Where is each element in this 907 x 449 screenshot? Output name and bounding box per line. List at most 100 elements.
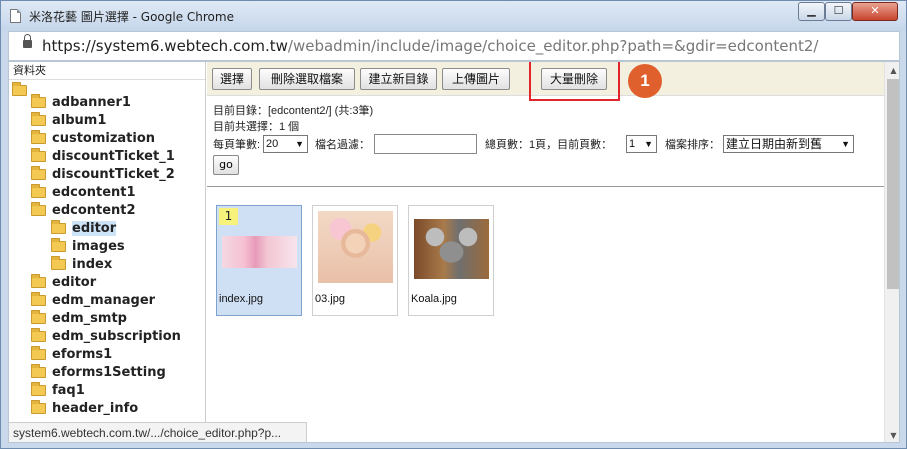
folder-icon bbox=[31, 148, 46, 162]
folder-icon bbox=[51, 238, 66, 252]
sidebar-folder-item[interactable]: faq1 bbox=[9, 382, 205, 400]
page-content: 資料夾 adbanner1 album1 customization discount… bbox=[8, 61, 900, 443]
thumbnail-image bbox=[414, 219, 489, 279]
sort-select[interactable]: 建立日期由新到舊 ▼ bbox=[723, 135, 854, 153]
sidebar-folder-item[interactable]: discountTicket_1 bbox=[9, 148, 205, 166]
main-pane: 選擇 刪除選取檔案 建立新目錄 上傳圖片 大量刪除 1 目前目錄：[edcont… bbox=[207, 62, 884, 442]
folder-label: editor bbox=[72, 221, 117, 236]
sidebar-folder-item[interactable]: eforms1Setting bbox=[9, 364, 205, 382]
folder-icon bbox=[31, 310, 46, 324]
folder-label: discountTicket_2 bbox=[52, 167, 175, 182]
title-bar: 米洛花藝 圖片選擇 - Google Chrome ▁ ☐ ✕ bbox=[1, 1, 906, 31]
lock-icon bbox=[23, 34, 32, 48]
selection-count: 目前共選擇：1 個 bbox=[213, 121, 300, 133]
go-button[interactable]: go bbox=[213, 155, 239, 175]
scroll-down-icon[interactable]: ▼ bbox=[885, 427, 899, 442]
folder-icon bbox=[51, 220, 66, 234]
folder-label: discountTicket_1 bbox=[52, 149, 175, 164]
folder-icon bbox=[31, 130, 46, 144]
page-value: 1 bbox=[629, 138, 636, 150]
folder-icon bbox=[31, 328, 46, 342]
page-icon bbox=[10, 9, 21, 23]
browser-window: 米洛花藝 圖片選擇 - Google Chrome ▁ ☐ ✕ https://… bbox=[0, 0, 907, 449]
sidebar-folder-item[interactable]: edm_manager bbox=[9, 292, 205, 310]
window-title: 米洛花藝 圖片選擇 - Google Chrome bbox=[29, 10, 234, 24]
sidebar-folder-item[interactable]: edcontent2 bbox=[9, 202, 205, 220]
status-bar: system6.webtech.com.tw/.../choice_editor… bbox=[9, 422, 307, 442]
scroll-thumb[interactable] bbox=[887, 79, 899, 289]
directory-info: 目前目錄：[edcontent2/] (共:3筆) 目前共選擇：1 個 bbox=[213, 103, 878, 135]
sidebar-folder-item[interactable]: eforms1 bbox=[9, 346, 205, 364]
close-button[interactable]: ✕ bbox=[852, 2, 898, 21]
sidebar-folder-item[interactable]: header_info bbox=[9, 400, 205, 418]
toolbar: 選擇 刪除選取檔案 建立新目錄 上傳圖片 大量刪除 1 bbox=[207, 62, 884, 101]
address-bar[interactable]: https://system6.webtech.com.tw/webadmin/… bbox=[8, 31, 900, 61]
scroll-up-icon[interactable]: ▲ bbox=[885, 62, 899, 79]
folder-label: album1 bbox=[52, 113, 107, 128]
thumbnail-image bbox=[222, 236, 297, 268]
dropdown-arrow-icon: ▼ bbox=[841, 139, 850, 149]
folder-icon bbox=[31, 400, 46, 414]
name-filter-input[interactable] bbox=[374, 134, 477, 154]
sidebar-folder-item[interactable]: editor bbox=[9, 274, 205, 292]
folder-icon bbox=[31, 382, 46, 396]
folder-label: header_info bbox=[52, 401, 139, 416]
folder-label: edcontent1 bbox=[52, 185, 136, 200]
step-badge: 1 bbox=[628, 64, 662, 98]
name-filter-label: 檔名過濾： bbox=[315, 139, 370, 151]
sidebar-folder-item[interactable]: images bbox=[9, 238, 205, 256]
folder-label: faq1 bbox=[52, 383, 85, 398]
sidebar-folder-item[interactable]: discountTicket_2 bbox=[9, 166, 205, 184]
current-directory: 目前目錄：[edcontent2/] (共:3筆) bbox=[213, 105, 374, 117]
sidebar-folder-item[interactable]: album1 bbox=[9, 112, 205, 130]
sort-label: 檔案排序： bbox=[665, 139, 720, 151]
folder-label: editor bbox=[52, 275, 97, 290]
folder-icon bbox=[31, 184, 46, 198]
file-thumbnail-03[interactable]: 03.jpg bbox=[312, 205, 398, 316]
folder-label: edm_subscription bbox=[52, 329, 181, 344]
upload-image-button[interactable]: 上傳圖片 bbox=[442, 68, 510, 90]
folder-icon bbox=[31, 202, 46, 216]
folder-label: edcontent2 bbox=[52, 203, 136, 218]
folder-icon bbox=[31, 292, 46, 306]
url-text[interactable]: https://system6.webtech.com.tw/webadmin/… bbox=[42, 37, 818, 55]
page-info: 總頁數：1頁，目前頁數： bbox=[485, 139, 613, 151]
delete-selected-button[interactable]: 刪除選取檔案 bbox=[259, 68, 355, 90]
sidebar-folder-item[interactable]: edm_subscription bbox=[9, 328, 205, 346]
file-name: Koala.jpg bbox=[411, 293, 457, 305]
dropdown-arrow-icon: ▼ bbox=[644, 139, 653, 149]
folder-icon bbox=[51, 256, 66, 270]
folder-label: eforms1Setting bbox=[52, 365, 166, 380]
select-button[interactable]: 選擇 bbox=[212, 68, 252, 90]
divider bbox=[207, 186, 884, 187]
file-thumbnail-index[interactable]: 1 index.jpg bbox=[216, 205, 302, 316]
selection-order-badge: 1 bbox=[219, 208, 238, 225]
sidebar-folder-item[interactable]: adbanner1 bbox=[9, 94, 205, 112]
sidebar-folder-item[interactable]: customization bbox=[9, 130, 205, 148]
folder-tree: adbanner1 album1 customization discountTick… bbox=[9, 94, 205, 418]
folder-label: edm_manager bbox=[52, 293, 156, 308]
folder-icon bbox=[31, 364, 46, 378]
root-folder[interactable] bbox=[9, 80, 205, 96]
folder-label: edm_smtp bbox=[52, 311, 127, 326]
folder-icon bbox=[31, 166, 46, 180]
folder-label: adbanner1 bbox=[52, 95, 131, 110]
maximize-button[interactable]: ☐ bbox=[825, 2, 852, 21]
new-directory-button[interactable]: 建立新目錄 bbox=[360, 68, 437, 90]
per-page-select[interactable]: 20 ▼ bbox=[263, 135, 308, 153]
page-select[interactable]: 1 ▼ bbox=[626, 135, 657, 153]
minimize-button[interactable]: ▁ bbox=[798, 2, 825, 21]
folder-icon bbox=[31, 346, 46, 360]
vertical-scrollbar[interactable]: ▲ ▼ bbox=[884, 62, 899, 442]
sidebar-folder-item[interactable]: edm_smtp bbox=[9, 310, 205, 328]
file-thumbnail-koala[interactable]: Koala.jpg bbox=[408, 205, 494, 316]
sidebar-folder-item[interactable]: index bbox=[9, 256, 205, 274]
file-name: 03.jpg bbox=[315, 293, 345, 305]
folder-label: images bbox=[72, 239, 125, 254]
file-name: index.jpg bbox=[219, 293, 264, 305]
sort-value: 建立日期由新到舊 bbox=[726, 137, 823, 151]
sidebar-folder-item[interactable]: editor bbox=[9, 220, 205, 238]
sidebar-folder-item[interactable]: edcontent1 bbox=[9, 184, 205, 202]
open-folder-icon bbox=[12, 82, 27, 96]
per-page-value: 20 bbox=[266, 138, 279, 150]
